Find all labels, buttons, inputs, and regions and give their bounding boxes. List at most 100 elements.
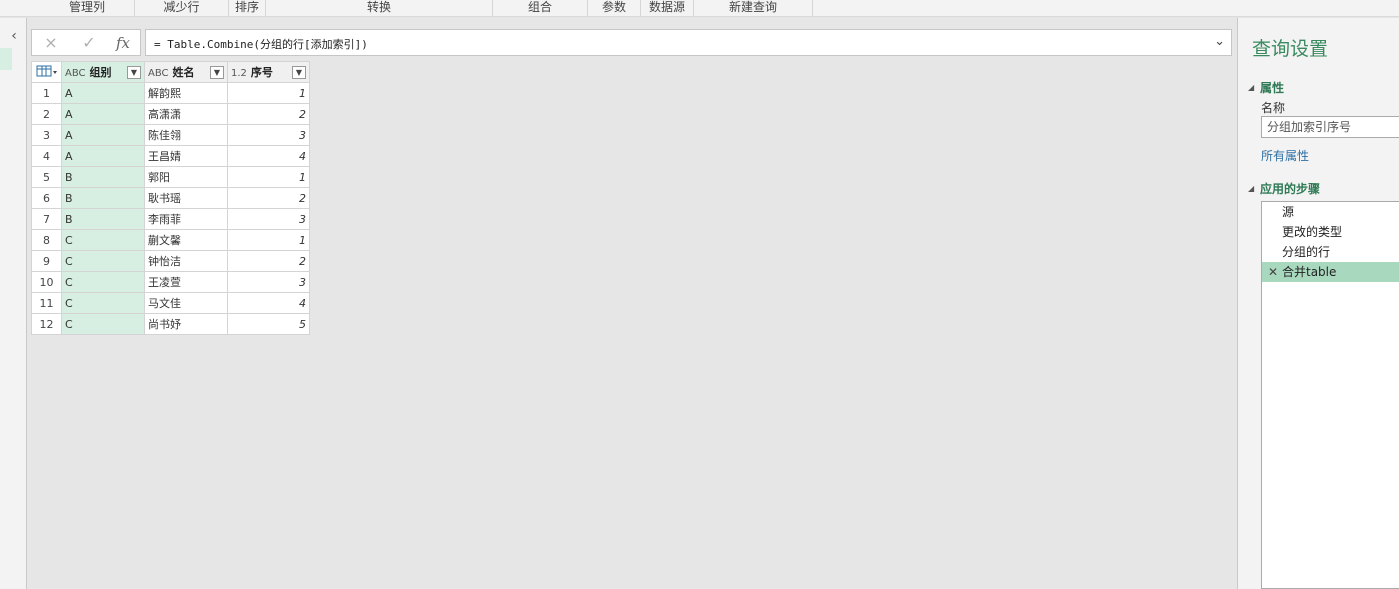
cell-group[interactable]: B [61, 187, 145, 209]
table-row: 9 C 钟怡洁 2 [31, 250, 310, 272]
cell-index[interactable]: 1 [227, 229, 310, 251]
all-properties-link[interactable]: 所有属性 [1261, 147, 1309, 164]
selected-query-indicator [0, 48, 12, 70]
ribbon-group-reduce-rows: 减少行 [135, 0, 229, 16]
query-name-input[interactable]: 分组加索引序号 [1261, 116, 1399, 138]
cell-name[interactable]: 高潇潇 [144, 103, 228, 125]
cell-index[interactable]: 3 [227, 208, 310, 230]
cell-group[interactable]: B [61, 208, 145, 230]
cell-index[interactable]: 3 [227, 271, 310, 293]
cell-index[interactable]: 1 [227, 166, 310, 188]
row-number[interactable]: 2 [31, 103, 62, 125]
row-number[interactable]: 4 [31, 145, 62, 167]
chevron-down-icon[interactable]: ⌄ [1214, 34, 1225, 49]
table-row: 10 C 王凌萱 3 [31, 271, 310, 293]
cell-group[interactable]: C [61, 250, 145, 272]
column-header-index[interactable]: 1.2 序号 ▼ [227, 61, 310, 83]
check-icon[interactable]: ✓ [80, 33, 98, 53]
applied-steps-list: 源 更改的类型 分组的行 ✕ 合并table [1261, 201, 1399, 589]
cell-group[interactable]: C [61, 271, 145, 293]
cell-index[interactable]: 2 [227, 187, 310, 209]
filter-dropdown-icon[interactable]: ▼ [292, 66, 306, 79]
cell-group[interactable]: C [61, 229, 145, 251]
column-name: 组别 [89, 66, 112, 79]
cell-name[interactable]: 马文佳 [144, 292, 228, 314]
row-number[interactable]: 12 [31, 313, 62, 335]
table-icon [36, 65, 57, 76]
row-number[interactable]: 3 [31, 124, 62, 146]
cell-group[interactable]: A [61, 82, 145, 104]
step-grouped-rows[interactable]: 分组的行 [1262, 242, 1399, 262]
cell-index[interactable]: 1 [227, 82, 310, 104]
cell-name[interactable]: 王凌萱 [144, 271, 228, 293]
expand-queries-pane-icon[interactable]: ‹ [7, 28, 21, 44]
queries-pane-collapsed: ‹ [0, 18, 27, 589]
table-row: 7 B 李雨菲 3 [31, 208, 310, 230]
cell-group[interactable]: C [61, 292, 145, 314]
properties-header[interactable]: 属性 [1260, 79, 1284, 96]
cell-index[interactable]: 3 [227, 124, 310, 146]
cell-name[interactable]: 王昌婧 [144, 145, 228, 167]
step-label: 合并table [1282, 265, 1337, 279]
row-number[interactable]: 9 [31, 250, 62, 272]
cell-index[interactable]: 4 [227, 292, 310, 314]
cell-group[interactable]: A [61, 103, 145, 125]
step-combine-table[interactable]: ✕ 合并table [1262, 262, 1399, 282]
row-number[interactable]: 8 [31, 229, 62, 251]
column-name: 序号 [250, 66, 273, 79]
collapse-steps-icon[interactable]: ◢ [1248, 184, 1254, 193]
ribbon-group-sort: 排序 [229, 0, 266, 16]
text-type-icon[interactable]: ABC [65, 68, 86, 79]
formula-input[interactable]: = Table.Combine(分组的行[添加索引]) ⌄ [145, 29, 1232, 56]
collapse-properties-icon[interactable]: ◢ [1248, 83, 1254, 92]
column-name: 姓名 [172, 66, 195, 79]
cell-name[interactable]: 陈佳翎 [144, 124, 228, 146]
cell-index[interactable]: 2 [227, 103, 310, 125]
formula-text[interactable]: = Table.Combine(分组的行[添加索引]) [154, 36, 368, 52]
table-header-row: ABC 组别 ▼ ABC 姓名 ▼ 1.2 序号 ▼ [31, 61, 310, 83]
row-number[interactable]: 11 [31, 292, 62, 314]
step-source[interactable]: 源 [1262, 202, 1399, 222]
fx-icon[interactable]: fx [114, 33, 132, 53]
column-header-group[interactable]: ABC 组别 ▼ [61, 61, 145, 83]
text-type-icon[interactable]: ABC [148, 68, 169, 79]
cell-name[interactable]: 尚书妤 [144, 313, 228, 335]
cell-group[interactable]: C [61, 313, 145, 335]
cell-name[interactable]: 钟怡洁 [144, 250, 228, 272]
table-row: 5 B 郭阳 1 [31, 166, 310, 188]
ribbon-group-labels: 管理列 减少行 排序 转换 组合 参数 数据源 新建查询 [0, 0, 1399, 17]
query-settings-pane: 查询设置 ◢ 属性 名称 分组加索引序号 所有属性 ◢ 应用的步骤 源 更改的类… [1237, 18, 1399, 589]
ribbon-group-combine: 组合 [493, 0, 588, 16]
cell-index[interactable]: 4 [227, 145, 310, 167]
delete-step-icon[interactable]: ✕ [1268, 262, 1278, 282]
table-row: 12 C 尚书妤 5 [31, 313, 310, 335]
row-number[interactable]: 5 [31, 166, 62, 188]
ribbon-group-parameters: 参数 [588, 0, 641, 16]
cell-group[interactable]: A [61, 124, 145, 146]
cell-index[interactable]: 5 [227, 313, 310, 335]
filter-dropdown-icon[interactable]: ▼ [127, 66, 141, 79]
cell-name[interactable]: 蒯文馨 [144, 229, 228, 251]
cell-name[interactable]: 郭阳 [144, 166, 228, 188]
row-number[interactable]: 6 [31, 187, 62, 209]
cell-name[interactable]: 耿书瑶 [144, 187, 228, 209]
cell-group[interactable]: A [61, 145, 145, 167]
table-menu-icon[interactable] [31, 61, 62, 83]
cell-name[interactable]: 解韵熙 [144, 82, 228, 104]
cancel-icon[interactable]: × [42, 33, 60, 53]
table-row: 4 A 王昌婧 4 [31, 145, 310, 167]
cell-index[interactable]: 2 [227, 250, 310, 272]
table-row: 1 A 解韵熙 1 [31, 82, 310, 104]
column-header-name[interactable]: ABC 姓名 ▼ [144, 61, 228, 83]
row-number[interactable]: 7 [31, 208, 62, 230]
cell-name[interactable]: 李雨菲 [144, 208, 228, 230]
cell-group[interactable]: B [61, 166, 145, 188]
ribbon-group-new-query: 新建查询 [694, 0, 813, 16]
step-changed-type[interactable]: 更改的类型 [1262, 222, 1399, 242]
table-row: 3 A 陈佳翎 3 [31, 124, 310, 146]
row-number[interactable]: 1 [31, 82, 62, 104]
row-number[interactable]: 10 [31, 271, 62, 293]
applied-steps-header[interactable]: 应用的步骤 [1260, 180, 1320, 197]
filter-dropdown-icon[interactable]: ▼ [210, 66, 224, 79]
decimal-type-icon[interactable]: 1.2 [231, 68, 247, 79]
